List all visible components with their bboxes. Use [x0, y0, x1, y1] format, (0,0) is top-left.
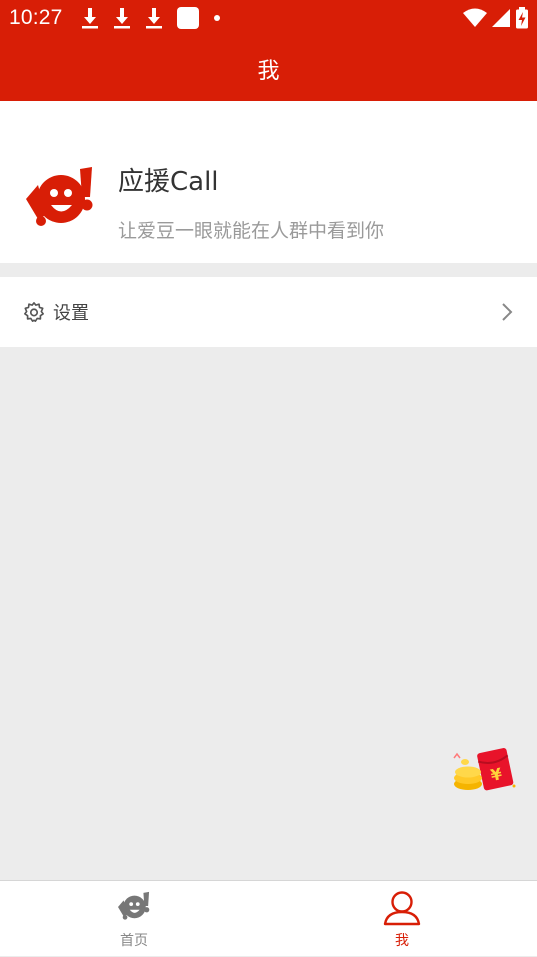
- red-packet-icon[interactable]: ¥: [448, 744, 520, 796]
- profile-subtitle: 让爱豆一眼就能在人群中看到你: [118, 220, 385, 242]
- app-square-icon: [176, 7, 199, 29]
- page-title: 我: [257, 58, 280, 84]
- app-logo-icon: [26, 167, 93, 226]
- user-icon: [383, 891, 421, 926]
- profile-name: 应援Call: [118, 167, 219, 197]
- tab-me-label: 我: [395, 933, 409, 949]
- gear-icon: [24, 302, 44, 322]
- title-bar: 我: [0, 36, 537, 101]
- battery-charging-icon: [516, 7, 528, 29]
- status-bar: 10:27: [0, 0, 537, 36]
- settings-label: 设置: [53, 303, 89, 324]
- download-icon: [113, 8, 130, 29]
- notification-icons: [81, 7, 221, 29]
- profile-card[interactable]: 应援Call 让爱豆一眼就能在人群中看到你: [0, 101, 537, 263]
- chevron-right-icon: [502, 303, 513, 321]
- dot-icon: [213, 15, 220, 21]
- status-time: 10:27: [9, 6, 63, 29]
- signal-icon: [492, 9, 510, 27]
- download-icon: [145, 8, 162, 29]
- tab-me[interactable]: 我: [268, 881, 536, 957]
- download-icon: [81, 8, 98, 29]
- settings-row[interactable]: 设置: [0, 277, 537, 347]
- tab-home[interactable]: 首页: [0, 881, 268, 957]
- home-logo-icon: [118, 891, 150, 920]
- bottom-tab-bar: 首页 我: [0, 880, 537, 956]
- system-icons: [463, 0, 529, 36]
- tab-home-label: 首页: [120, 933, 148, 949]
- wifi-icon: [463, 8, 487, 27]
